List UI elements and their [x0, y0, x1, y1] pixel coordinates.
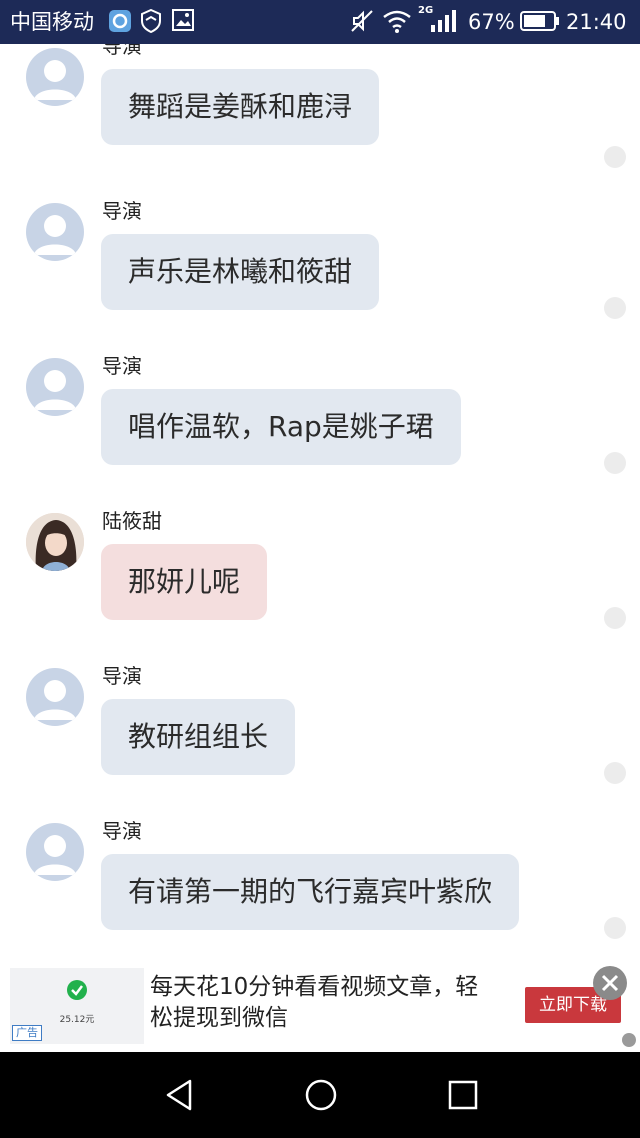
- chat-message-list[interactable]: 导演 舞蹈是姜酥和鹿浔 导演 声乐是林曦和筱甜 导演 唱作温软，Rap是姚子珺: [0, 44, 640, 960]
- home-icon[interactable]: [301, 1075, 341, 1115]
- battery-icon: [520, 11, 560, 35]
- chat-message: 导演 教研组组长: [0, 654, 640, 809]
- message-bubble[interactable]: 有请第一期的飞行嘉宾叶紫欣: [101, 854, 520, 930]
- wifi-icon: [382, 9, 412, 37]
- message-dot-indicator: [604, 917, 626, 939]
- default-avatar[interactable]: [26, 668, 84, 726]
- close-icon[interactable]: [593, 966, 627, 1000]
- message-dot-indicator: [604, 452, 626, 474]
- sender-name: 导演: [102, 664, 142, 688]
- message-dot-indicator: [604, 762, 626, 784]
- chat-message: 导演 唱作温软，Rap是姚子珺: [0, 344, 640, 499]
- message-dot-indicator: [604, 146, 626, 168]
- message-dot-indicator: [604, 297, 626, 319]
- ad-text[interactable]: 每天花10分钟看看视频文章，轻松提现到微信: [150, 972, 500, 1034]
- chat-message: 导演 声乐是林曦和筱甜: [0, 189, 640, 344]
- carrier-name: 中国移动: [10, 10, 94, 34]
- shield-icon: [140, 8, 162, 37]
- battery-percent: 67%: [468, 10, 515, 34]
- sender-name: 导演: [102, 819, 142, 843]
- back-icon[interactable]: [160, 1075, 200, 1115]
- default-avatar[interactable]: [26, 203, 84, 261]
- image-icon: [172, 9, 194, 35]
- ad-tag: 广告: [12, 1025, 42, 1041]
- message-bubble[interactable]: 舞蹈是姜酥和鹿浔: [101, 69, 380, 145]
- default-avatar[interactable]: [26, 358, 84, 416]
- chat-message: 陆筱甜 那妍儿呢: [0, 499, 640, 654]
- ad-thumbnail[interactable]: 25.12元 广告: [10, 968, 144, 1044]
- status-bar: 中国移动 2G 67% 21:40: [0, 0, 640, 44]
- ad-info-icon[interactable]: [622, 1033, 636, 1047]
- default-avatar[interactable]: [26, 48, 84, 106]
- message-bubble[interactable]: 声乐是林曦和筱甜: [101, 234, 380, 310]
- ad-thumb-amount: 25.12元: [59, 1015, 95, 1025]
- sender-name: 导演: [102, 44, 142, 58]
- navigation-bar: [0, 1052, 640, 1138]
- sender-name: 导演: [102, 354, 142, 378]
- message-bubble[interactable]: 教研组组长: [101, 699, 296, 775]
- sender-name: 导演: [102, 199, 142, 223]
- recents-icon[interactable]: [443, 1075, 483, 1115]
- mute-icon: [350, 9, 374, 37]
- check-icon: [67, 980, 87, 1000]
- ad-banner[interactable]: 25.12元 广告 每天花10分钟看看视频文章，轻松提现到微信 立即下载: [0, 960, 640, 1052]
- status-time: 21:40: [566, 10, 627, 34]
- message-bubble[interactable]: 唱作温软，Rap是姚子珺: [101, 389, 461, 465]
- message-bubble[interactable]: 那妍儿呢: [101, 544, 268, 620]
- signal-icon: [430, 9, 456, 37]
- chat-message: 导演 舞蹈是姜酥和鹿浔: [0, 44, 640, 189]
- sender-name: 陆筱甜: [102, 509, 162, 533]
- chat-message: 导演 有请第一期的飞行嘉宾叶紫欣: [0, 809, 640, 960]
- photo-avatar[interactable]: [26, 513, 84, 571]
- message-dot-indicator: [604, 607, 626, 629]
- default-avatar[interactable]: [26, 823, 84, 881]
- app-notification-icon: [108, 9, 132, 37]
